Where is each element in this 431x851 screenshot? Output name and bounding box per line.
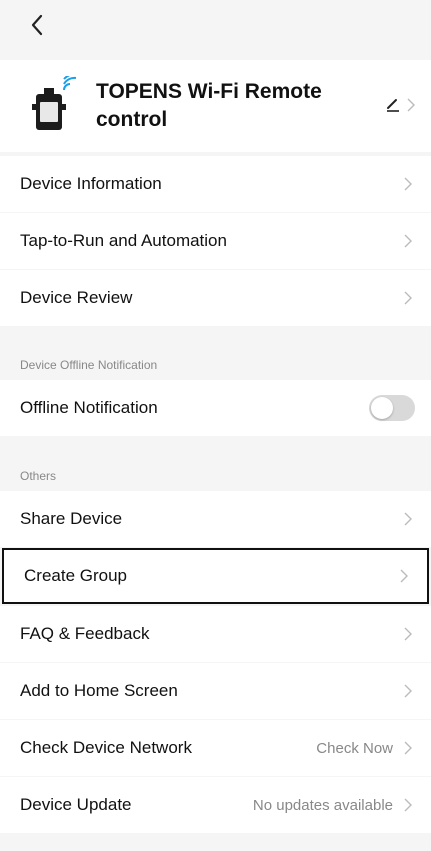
device-update-row[interactable]: Device Update No updates available xyxy=(0,777,431,833)
tap-to-run-label: Tap-to-Run and Automation xyxy=(20,231,227,250)
edit-name-button[interactable] xyxy=(375,90,415,120)
pencil-icon xyxy=(387,99,399,112)
chevron-right-icon xyxy=(401,510,415,528)
chevron-left-icon xyxy=(31,14,43,36)
faq-feedback-row[interactable]: FAQ & Feedback xyxy=(0,606,431,662)
share-device-row[interactable]: Share Device xyxy=(0,491,431,547)
device-title: TOPENS Wi-Fi Remote control xyxy=(96,80,322,131)
check-network-label: Check Device Network xyxy=(20,738,192,757)
chevron-right-icon xyxy=(401,625,415,643)
device-review-label: Device Review xyxy=(20,288,133,307)
chevron-right-icon xyxy=(401,796,415,814)
chevron-right-icon xyxy=(401,739,415,757)
chevron-right-icon xyxy=(401,232,415,250)
check-network-row[interactable]: Check Device Network Check Now xyxy=(0,720,431,776)
device-information-label: Device Information xyxy=(20,174,162,193)
offline-notification-label: Offline Notification xyxy=(20,398,158,417)
create-group-row[interactable]: Create Group xyxy=(2,548,429,604)
chevron-right-icon xyxy=(401,175,415,193)
check-now-link[interactable]: Check Now xyxy=(316,740,393,757)
share-device-label: Share Device xyxy=(20,509,123,528)
chevron-right-icon xyxy=(401,289,415,307)
device-information-row[interactable]: Device Information xyxy=(0,156,431,212)
tap-to-run-row[interactable]: Tap-to-Run and Automation xyxy=(0,213,431,269)
toggle-knob xyxy=(371,397,393,419)
offline-notification-toggle[interactable] xyxy=(369,395,415,421)
chevron-right-icon xyxy=(401,682,415,700)
add-to-home-row[interactable]: Add to Home Screen xyxy=(0,663,431,719)
device-review-row[interactable]: Device Review xyxy=(0,270,431,326)
wifi-remote-device-icon xyxy=(32,76,77,130)
chevron-right-icon xyxy=(407,98,415,112)
update-status-value: No updates available xyxy=(252,796,393,814)
add-to-home-label: Add to Home Screen xyxy=(20,681,178,700)
device-update-label: Device Update xyxy=(20,795,132,814)
offline-notification-row: Offline Notification xyxy=(0,380,431,436)
chevron-right-icon xyxy=(397,567,411,585)
create-group-label: Create Group xyxy=(24,566,127,585)
device-header[interactable]: TOPENS Wi-Fi Remote control xyxy=(0,60,431,152)
back-button[interactable] xyxy=(20,8,54,42)
faq-feedback-label: FAQ & Feedback xyxy=(20,624,150,643)
